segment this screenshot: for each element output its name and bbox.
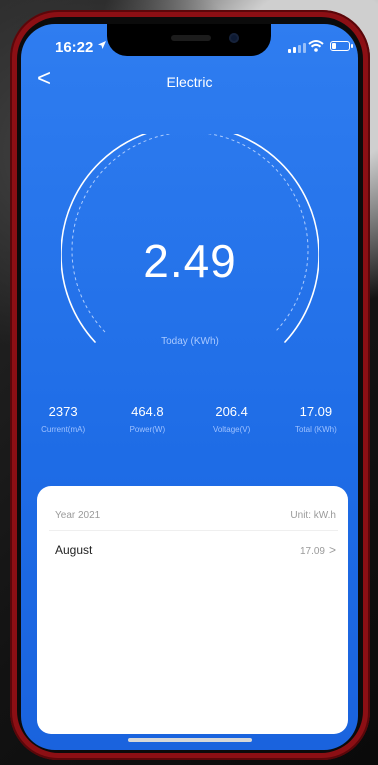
stat-value: 17.09 xyxy=(299,404,333,419)
status-bar: 16:22 xyxy=(21,24,358,64)
app-screen: 16:22 < Electric 2.49 Today (KWh) 2373 C… xyxy=(21,24,358,750)
month-row-august[interactable]: August 17.09 > xyxy=(55,540,336,560)
stat-power: 464.8 Power(W) xyxy=(105,404,189,444)
stats-row: 2373 Current(mA) 464.8 Power(W) 206.4 Vo… xyxy=(21,404,358,444)
history-header: Year 2021 Unit: kW.h xyxy=(55,510,336,521)
battery-icon xyxy=(330,41,353,51)
month-label: August xyxy=(55,543,93,557)
stat-value: 2373 xyxy=(48,404,78,419)
stat-current: 2373 Current(mA) xyxy=(21,404,105,444)
today-energy-label: Today (KWh) xyxy=(161,336,219,347)
stat-label: Current(mA) xyxy=(41,425,86,434)
stat-voltage: 206.4 Voltage(V) xyxy=(190,404,274,444)
month-energy-value: 17.09 xyxy=(299,546,325,557)
stat-label: Power(W) xyxy=(129,425,166,434)
divider xyxy=(49,530,338,531)
history-card: Year 2021 Unit: kW.h August 17.09 > xyxy=(37,486,348,734)
location-arrow-icon xyxy=(97,40,107,53)
wifi-icon xyxy=(308,39,324,53)
stat-label: Voltage(V) xyxy=(212,425,251,434)
home-indicator xyxy=(128,738,252,742)
stat-value: 464.8 xyxy=(131,404,164,419)
stat-value: 206.4 xyxy=(215,404,248,419)
status-time: 16:22 xyxy=(55,39,94,56)
page-title: Electric xyxy=(166,74,213,90)
nav-bar: < Electric xyxy=(21,67,358,93)
today-energy-value: 2.49 xyxy=(143,235,237,287)
cellular-signal-icon xyxy=(288,43,306,53)
chevron-right-icon: > xyxy=(328,543,336,557)
energy-gauge: 2.49 Today (KWh) xyxy=(61,134,319,354)
year-label: Year 2021 xyxy=(55,510,101,521)
stat-total: 17.09 Total (KWh) xyxy=(274,404,358,444)
month-value: 17.09 > xyxy=(300,543,336,557)
stat-label: Total (KWh) xyxy=(294,425,337,434)
unit-label: Unit: kW.h xyxy=(290,510,336,521)
